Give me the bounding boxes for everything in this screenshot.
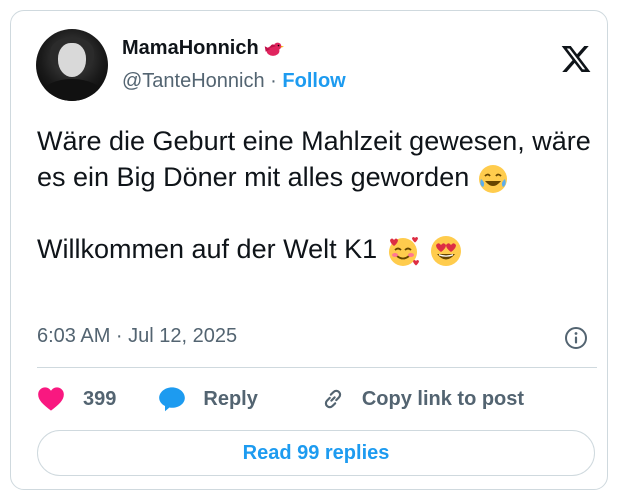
like-count: 399 — [83, 387, 117, 410]
like-button[interactable]: 399 — [37, 386, 116, 412]
author-handle-row: @TanteHonnich · Follow — [122, 70, 346, 93]
face-with-tears-of-joy-icon — [478, 164, 507, 193]
read-replies-button[interactable]: Read 99 replies — [37, 430, 595, 476]
reply-bubble-icon — [159, 387, 186, 412]
reply-label: Reply — [203, 387, 258, 410]
heart-eyes-face-icon — [431, 235, 462, 266]
link-icon — [324, 389, 341, 409]
x-logo-icon[interactable] — [560, 43, 592, 75]
tweet-text-line2: Willkommen auf der Welt K1 — [37, 234, 378, 264]
tweet-timestamp[interactable]: 6:03 AM · Jul 12, 2025 — [37, 325, 237, 348]
info-icon[interactable] — [564, 326, 588, 350]
divider — [37, 367, 597, 368]
author-handle[interactable]: @TanteHonnich — [122, 70, 265, 92]
action-bar: 399 Reply Copy link to post — [37, 383, 524, 415]
copy-link-button[interactable]: Copy link to post — [320, 386, 524, 412]
author-display-name[interactable]: MamaHonnich — [122, 37, 259, 60]
heart-icon — [38, 387, 64, 411]
tweet-card: MamaHonnich @TanteHonnich · Follow Wäre … — [10, 10, 608, 490]
handle-separator: · — [264, 70, 283, 92]
tweet-text: Wäre die Geburt eine Mahlzeit gewesen, w… — [37, 123, 597, 269]
bird-icon — [264, 42, 284, 56]
reply-button[interactable]: Reply — [158, 386, 258, 412]
author-name-row: MamaHonnich — [122, 37, 284, 60]
copy-link-label: Copy link to post — [361, 387, 525, 410]
smiling-face-with-hearts-icon — [388, 236, 419, 266]
avatar[interactable] — [36, 29, 108, 101]
follow-button[interactable]: Follow — [282, 70, 345, 92]
